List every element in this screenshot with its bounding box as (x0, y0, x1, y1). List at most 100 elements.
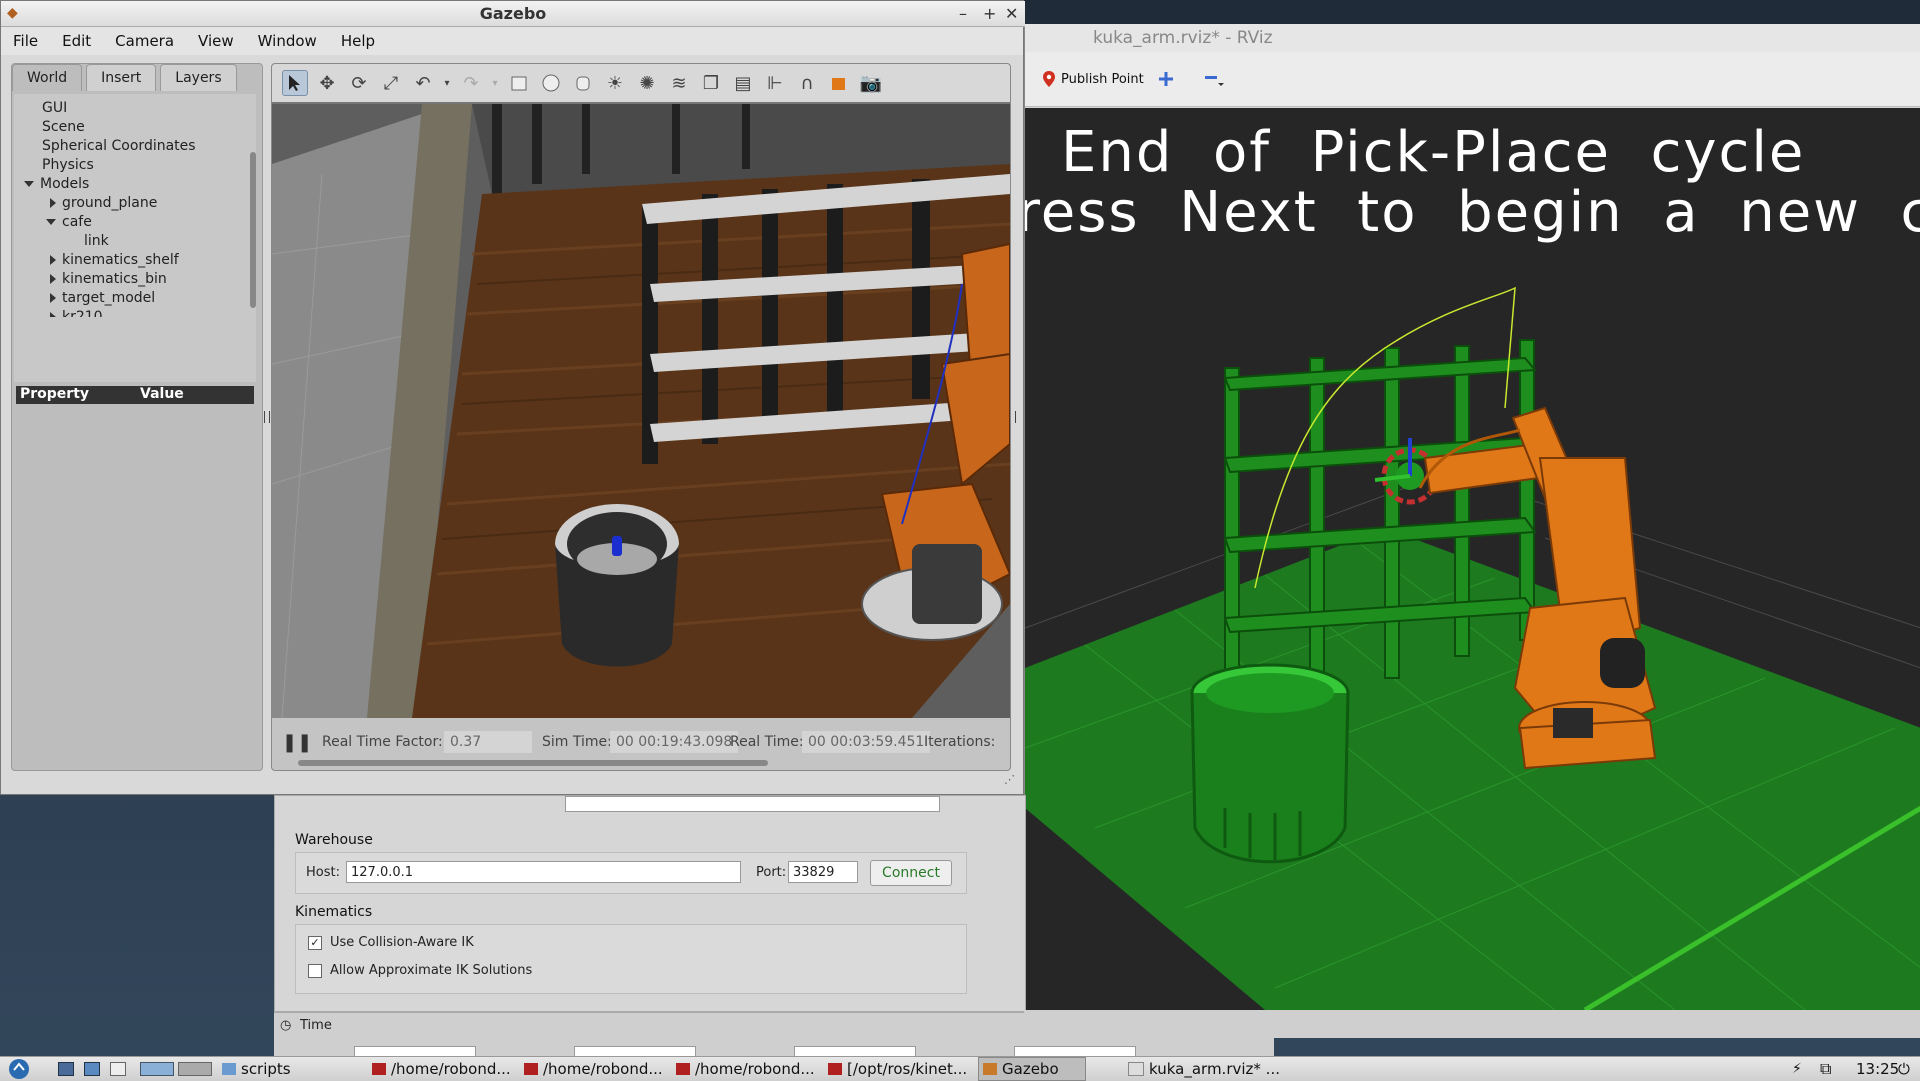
approx-ik-option[interactable]: Allow Approximate IK Solutions (308, 963, 532, 978)
splitter-handle[interactable] (264, 411, 270, 423)
taskbar-item-rviz[interactable]: kuka_arm.rviz* ... (1128, 1057, 1280, 1081)
tree-item-link[interactable]: link (84, 233, 109, 249)
gazebo-3d-scene[interactable] (272, 104, 1010, 718)
pause-icon[interactable]: ❚❚ (282, 732, 312, 753)
tree-item-kinematics-shelf[interactable]: kinematics_shelf (50, 252, 179, 268)
point-light-icon[interactable]: ☀ (602, 70, 628, 96)
tree-item-spherical-coordinates[interactable]: Spherical Coordinates (42, 138, 196, 154)
workspace-2-icon[interactable] (178, 1057, 212, 1081)
start-menu-button[interactable] (6, 1057, 32, 1081)
collapse-arrow-icon[interactable] (50, 293, 56, 303)
resize-grip-icon[interactable]: ⋰ (1004, 773, 1015, 786)
port-spinbox[interactable]: 33829 (788, 861, 858, 883)
taskbar-item-terminal-1[interactable]: /home/robond... (372, 1057, 511, 1081)
clock[interactable]: 13:25 (1856, 1057, 1899, 1081)
publish-point-tool[interactable]: Publish Point (1043, 66, 1144, 92)
tree-scrollbar[interactable] (250, 152, 256, 308)
taskbar-item-gazebo[interactable]: Gazebo (978, 1057, 1086, 1081)
tab-layers[interactable]: Layers (160, 64, 237, 91)
rviz-overlay-line1: End of Pick-Place cycle (1061, 120, 1806, 185)
tree-item-models[interactable]: Models (24, 176, 89, 192)
collapse-arrow-icon[interactable] (50, 312, 56, 317)
collapse-arrow-icon[interactable] (50, 255, 56, 265)
gazebo-title-bar[interactable]: ◆ Gazebo – + ✕ (1, 1, 1025, 27)
tree-item-ground-plane[interactable]: ground_plane (50, 195, 157, 211)
spot-light-icon[interactable]: ✺ (634, 70, 660, 96)
menu-file[interactable]: File (1, 27, 50, 55)
expand-arrow-icon[interactable] (24, 181, 34, 187)
redo-dropdown-icon[interactable]: ▾ (490, 70, 500, 96)
file-manager-icon[interactable] (84, 1057, 100, 1081)
planning-field-partial[interactable] (565, 796, 940, 812)
undo-dropdown-icon[interactable]: ▾ (442, 70, 452, 96)
snap-icon[interactable]: ∩ (794, 70, 820, 96)
add-tool-button[interactable] (1159, 66, 1173, 92)
directional-light-icon[interactable]: ≋ (666, 70, 692, 96)
maximize-icon[interactable]: + (983, 1, 996, 26)
tree-item-physics[interactable]: Physics (42, 157, 94, 173)
menu-camera[interactable]: Camera (103, 27, 186, 55)
tab-world[interactable]: World (12, 64, 83, 91)
taskbar-item-terminal-3[interactable]: /home/robond... (676, 1057, 815, 1081)
tree-item-kinematics-bin[interactable]: kinematics_bin (50, 271, 167, 287)
tab-insert[interactable]: Insert (86, 64, 157, 91)
rviz-3d-view[interactable]: End of Pick-Place cycle ress Next to beg… (1025, 108, 1920, 1010)
world-tree: GUI Scene Spherical Coordinates Physics … (14, 94, 256, 382)
real-time-factor-label: Real Time Factor: (322, 734, 443, 750)
paste-icon[interactable]: ▤ (730, 70, 756, 96)
publish-point-label: Publish Point (1061, 71, 1144, 87)
align-icon[interactable]: ⊩ (762, 70, 788, 96)
horizontal-scrollbar[interactable] (298, 760, 768, 766)
collapse-arrow-icon[interactable] (50, 198, 56, 208)
taskbar-item-terminal-2[interactable]: /home/robond... (524, 1057, 663, 1081)
host-input[interactable]: 127.0.0.1 (346, 861, 741, 883)
undo-icon[interactable]: ↶ (410, 70, 436, 96)
menu-help[interactable]: Help (329, 27, 387, 55)
tree-item-target-model[interactable]: target_model (50, 290, 155, 306)
translate-mode-icon[interactable]: ✥ (314, 70, 340, 96)
gazebo-icon (983, 1063, 997, 1075)
rviz-title-bar[interactable]: kuka_arm.rviz* - RViz (1025, 24, 1920, 52)
screenshot-icon[interactable]: 📷 (858, 70, 884, 96)
approx-ik-checkbox[interactable] (308, 963, 322, 978)
rotate-mode-icon[interactable]: ⟳ (346, 70, 372, 96)
menu-view[interactable]: View (186, 27, 246, 55)
rviz-icon (1128, 1062, 1144, 1076)
tree-item-cafe[interactable]: cafe (46, 214, 92, 230)
cylinder-shape-icon[interactable] (570, 70, 596, 96)
plus-icon (1159, 72, 1173, 86)
power-status-icon[interactable]: ⚡ (1792, 1057, 1802, 1081)
text-editor-icon[interactable] (110, 1057, 126, 1081)
copy-icon[interactable]: ❐ (698, 70, 724, 96)
menu-window[interactable]: Window (246, 27, 329, 55)
collision-ik-option[interactable]: ✓ Use Collision-Aware IK (308, 935, 474, 950)
redo-icon[interactable]: ↷ (458, 70, 484, 96)
menu-edit[interactable]: Edit (50, 27, 103, 55)
network-icon[interactable]: ⧉ (1820, 1057, 1831, 1081)
time-panel-header[interactable]: ◷ Time (274, 1012, 1024, 1039)
connect-button[interactable]: Connect (870, 860, 952, 886)
sphere-shape-icon[interactable] (538, 70, 564, 96)
scale-mode-icon[interactable]: ⤢ (378, 70, 404, 96)
collision-ik-label: Use Collision-Aware IK (330, 935, 474, 950)
close-icon[interactable]: ✕ (1005, 1, 1018, 26)
gazebo-viewport: ✥ ⟳ ⤢ ↶ ▾ ↷ ▾ ☀ ✺ ≋ ❐ ▤ ⊩ ∩ 📷 ❚❚ Real Ti… (271, 63, 1011, 771)
taskbar-item-scripts[interactable]: scripts (222, 1057, 291, 1081)
rviz-toolbar: Publish Point (1025, 52, 1920, 107)
taskbar-item-terminal-4[interactable]: [/opt/ros/kinet... (828, 1057, 967, 1081)
tree-item-scene[interactable]: Scene (42, 119, 85, 135)
collapse-arrow-icon[interactable] (50, 274, 56, 284)
box-shape-icon[interactable] (506, 70, 532, 96)
expand-arrow-icon[interactable] (46, 219, 56, 225)
shutdown-icon[interactable]: ⏻ (1898, 1057, 1910, 1081)
minimize-icon[interactable]: – (959, 1, 967, 26)
tree-item-kr210[interactable]: kr210 (50, 309, 103, 317)
remove-tool-button[interactable] (1205, 66, 1225, 92)
collision-ik-checkbox[interactable]: ✓ (308, 935, 322, 950)
tree-item-gui[interactable]: GUI (42, 100, 67, 116)
select-mode-icon[interactable] (282, 70, 308, 96)
workspace-1-icon[interactable] (140, 1057, 174, 1081)
show-desktop-icon[interactable] (58, 1057, 74, 1081)
iterations-label: Iterations: (924, 734, 996, 750)
view-angle-icon[interactable] (826, 70, 852, 96)
